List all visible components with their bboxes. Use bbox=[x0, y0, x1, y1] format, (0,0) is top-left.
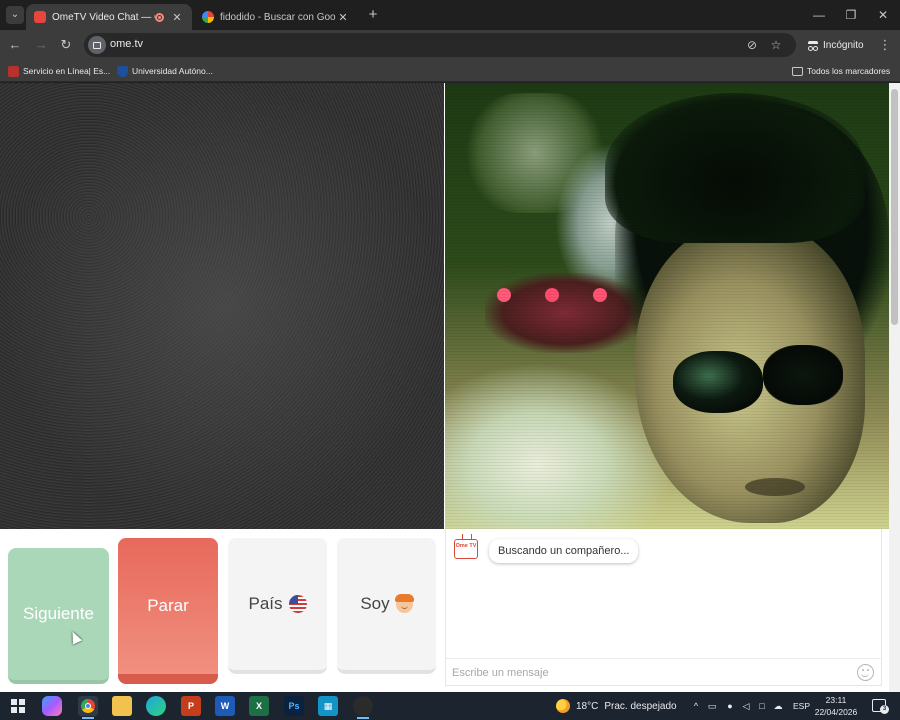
status-message-bubble: Buscando un compañero... bbox=[489, 539, 639, 563]
site-info-icon[interactable] bbox=[88, 36, 106, 54]
url-text: ome.tv bbox=[110, 38, 144, 50]
page-scrollbar[interactable] bbox=[889, 83, 900, 692]
onedrive-cloud-icon[interactable]: ☁ bbox=[772, 700, 784, 712]
back-arrow-icon[interactable]: ← bbox=[6, 36, 24, 54]
stranger-video-placeholder bbox=[0, 83, 444, 529]
bookmark-item[interactable]: Servicio en Línea| Es... bbox=[8, 64, 110, 78]
bookmark-label: Universidad Autóno... bbox=[132, 66, 213, 76]
windows-start-icon[interactable] bbox=[8, 696, 28, 716]
tab-title: fidodido - Buscar con Google bbox=[220, 11, 336, 23]
clock-time: 23:11 bbox=[825, 695, 847, 705]
copilot-icon[interactable] bbox=[42, 696, 62, 716]
address-bar[interactable]: ome.tv ⊘ ☆ bbox=[84, 33, 796, 57]
clock-date: 22/04/2026 bbox=[814, 707, 858, 717]
restore-icon[interactable]: ❐ bbox=[836, 5, 866, 25]
bookmark-label: Servicio en Línea| Es... bbox=[23, 66, 111, 76]
ometv-page: Siguiente Parar País Soy Ome TV Buscando… bbox=[0, 83, 900, 692]
tab-search-icon[interactable]: ⌄ bbox=[6, 6, 24, 24]
tab-title: OmeTV Video Chat — Omegle bbox=[52, 11, 155, 23]
weather-temp: 18°C bbox=[576, 700, 599, 712]
system-clock[interactable]: 23:11 22/04/2026 bbox=[806, 694, 866, 718]
powerpoint-icon[interactable]: P bbox=[181, 696, 201, 716]
gender-button-label: Soy bbox=[360, 594, 390, 613]
all-bookmarks-label: Todos los marcadores bbox=[807, 66, 891, 76]
google-favicon-icon bbox=[202, 11, 214, 23]
file-explorer-icon[interactable] bbox=[112, 696, 132, 716]
smiley-icon[interactable] bbox=[857, 664, 874, 681]
incognito-label: Incógnito bbox=[823, 39, 864, 51]
eye-slash-icon[interactable]: ⊘ bbox=[744, 37, 760, 53]
photoshop-icon[interactable]: Ps bbox=[284, 696, 304, 716]
forward-arrow-icon[interactable]: → bbox=[32, 36, 50, 54]
scrollbar-thumb[interactable] bbox=[891, 89, 898, 325]
university-shield-icon bbox=[117, 65, 128, 77]
microphone-icon[interactable]: ● bbox=[724, 700, 736, 712]
browser-menu-icon[interactable]: ⋮ bbox=[878, 36, 892, 54]
weather-widget[interactable]: 18°C Prac. despejado bbox=[556, 692, 677, 720]
weather-description: Prac. despejado bbox=[604, 700, 677, 712]
chevron-up-icon[interactable]: ^ bbox=[690, 700, 702, 712]
bookmark-star-icon[interactable]: ☆ bbox=[768, 37, 784, 53]
new-tab-icon[interactable]: + bbox=[364, 6, 382, 24]
obs-icon[interactable] bbox=[353, 696, 373, 719]
close-tab-icon[interactable]: ✕ bbox=[170, 11, 184, 24]
incognito-badge[interactable]: Incógnito bbox=[800, 34, 872, 56]
gender-select-button[interactable]: Soy bbox=[337, 538, 436, 674]
country-select-button[interactable]: País bbox=[228, 538, 327, 674]
tab-ometv[interactable]: OmeTV Video Chat — Omegle ✕ bbox=[26, 4, 192, 30]
bookmarks-bar: Servicio en Línea| Es... Universidad Aut… bbox=[0, 60, 900, 82]
stop-button[interactable]: Parar bbox=[118, 538, 218, 684]
edge-icon[interactable] bbox=[146, 696, 166, 716]
hardware-tray-icon[interactable]: ▭ bbox=[706, 700, 718, 712]
reload-icon[interactable]: ↻ bbox=[57, 36, 75, 54]
close-tab-icon[interactable]: ✕ bbox=[336, 11, 350, 24]
bookmark-item[interactable]: Universidad Autóno... bbox=[117, 64, 213, 78]
next-button[interactable]: Siguiente bbox=[8, 548, 109, 684]
calculator-icon[interactable]: ▦ bbox=[318, 696, 338, 716]
chat-composer bbox=[446, 658, 881, 685]
incognito-icon bbox=[808, 41, 818, 51]
us-flag-icon bbox=[288, 595, 307, 613]
notification-count-badge: 3 bbox=[880, 705, 889, 714]
excel-icon[interactable]: X bbox=[249, 696, 269, 716]
all-bookmarks-button[interactable]: Todos los marcadores bbox=[792, 64, 890, 78]
browser-toolbar: ← → ↻ ome.tv ⊘ ☆ Incógnito ⋮ bbox=[0, 30, 900, 60]
message-input[interactable] bbox=[452, 663, 842, 683]
tab-google-search[interactable]: fidodido - Buscar con Google ✕ bbox=[194, 4, 358, 30]
self-camera-video bbox=[445, 83, 889, 529]
weather-sun-icon bbox=[556, 699, 570, 713]
ometv-favicon-icon bbox=[34, 11, 46, 23]
boy-emoji-icon bbox=[394, 593, 414, 613]
sat-favicon-icon bbox=[8, 65, 19, 77]
minimize-icon[interactable]: — bbox=[804, 5, 834, 25]
folder-icon bbox=[792, 66, 803, 76]
chat-panel: Ome TV Buscando un compañero... bbox=[445, 529, 882, 686]
next-button-label: Siguiente bbox=[23, 604, 94, 623]
country-button-label: País bbox=[248, 594, 283, 613]
recording-indicator-icon bbox=[155, 12, 164, 22]
close-window-icon[interactable]: ✕ bbox=[868, 5, 898, 25]
stop-button-label: Parar bbox=[147, 596, 189, 615]
speaker-icon[interactable]: ◁ bbox=[740, 700, 752, 712]
ometv-logo-icon: Ome TV bbox=[454, 539, 478, 559]
word-icon[interactable]: W bbox=[215, 696, 235, 716]
chrome-icon[interactable] bbox=[78, 696, 98, 719]
camera-tray-icon[interactable]: □ bbox=[756, 700, 768, 712]
tab-strip: ⌄ OmeTV Video Chat — Omegle ✕ fidodido -… bbox=[0, 0, 900, 30]
windows-taskbar: P W X Ps ▦ 18°C Prac. despejado ^ ▭ ● ◁ … bbox=[0, 692, 900, 720]
